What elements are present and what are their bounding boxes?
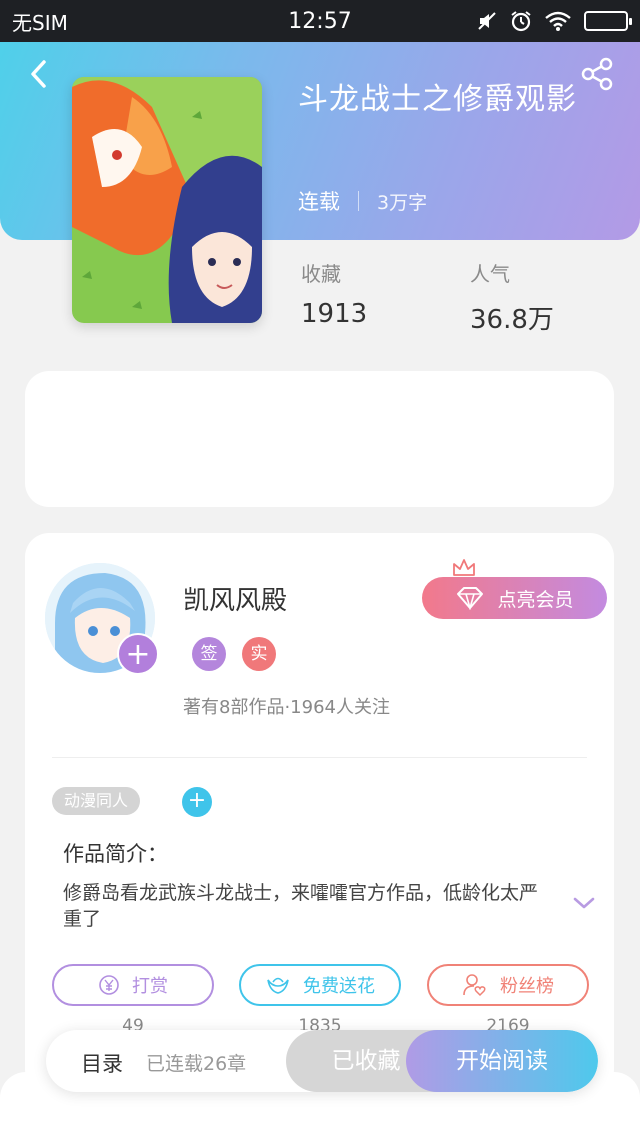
author-name[interactable]: 凯风风殿 — [183, 580, 287, 617]
battery-icon — [584, 11, 632, 31]
flower-icon — [267, 977, 289, 994]
divider — [52, 757, 587, 758]
crown-icon — [453, 559, 475, 576]
book-cover[interactable] — [72, 77, 262, 323]
verified-badge: 实 — [242, 637, 276, 671]
chapter-status[interactable]: 已连载26章 — [146, 1049, 246, 1076]
back-icon[interactable] — [20, 54, 60, 94]
intro-title: 作品简介： — [63, 842, 168, 866]
fan-ranking-label: 粉丝榜 — [500, 976, 554, 997]
book-title: 斗龙战士之修爵观影 — [298, 82, 577, 117]
tip-button-label: 打赏 — [132, 976, 168, 997]
toc-link[interactable]: 目录 — [81, 1048, 123, 1078]
add-tag-button[interactable]: + — [182, 787, 212, 817]
free-flower-label: 免费送花 — [303, 976, 375, 997]
signed-badge: 签 — [192, 637, 226, 671]
wifi-icon — [545, 11, 571, 31]
serial-status: 连载 — [298, 190, 340, 214]
follow-plus-button[interactable]: + — [117, 633, 159, 675]
alarm-icon — [511, 11, 531, 32]
favorites-value: 1913 — [301, 299, 368, 329]
yen-coin-icon — [99, 975, 119, 995]
tip-button[interactable]: 打赏 — [52, 964, 214, 1006]
diamond-icon — [457, 587, 484, 610]
book-meta: 连载 3万字 — [298, 186, 427, 216]
carrier-label: 无SIM — [12, 10, 68, 35]
intro-text: 修爵岛看龙武族斗龙战士，来嚯嚯官方作品，低龄化太严重了 — [63, 882, 539, 930]
tag-chip[interactable]: 动漫同人 — [52, 787, 141, 815]
popularity-label: 人气 — [470, 262, 510, 286]
free-flower-button[interactable]: 免费送花 — [239, 964, 401, 1006]
start-reading-button[interactable]: 开始阅读 — [406, 1030, 598, 1092]
popularity-value: 36.8万 — [470, 305, 554, 335]
vip-button[interactable]: 点亮会员 — [422, 577, 607, 619]
favorites-stat: 收藏 1913 — [301, 258, 367, 329]
meta-divider — [358, 191, 359, 211]
fan-ranking-button[interactable]: 粉丝榜 — [427, 964, 589, 1006]
bottom-action-bar: 目录 已连载26章 已收藏 开始阅读 — [46, 1030, 598, 1092]
author-stats: 著有8部作品·1964人关注 — [183, 697, 390, 718]
book-detail-page: 无SIM 12:57 斗龙战士之修爵观影 连载 3万字 收藏 1913 人气 3… — [0, 0, 640, 1138]
empty-card — [25, 371, 614, 507]
status-bar: 无SIM 12:57 — [0, 0, 640, 42]
mute-icon — [478, 12, 496, 30]
word-count: 3万字 — [377, 191, 428, 214]
vip-button-label: 点亮会员 — [497, 588, 574, 611]
user-heart-icon — [463, 974, 486, 997]
status-icons — [476, 10, 632, 32]
popularity-stat: 人气 36.8万 — [470, 258, 554, 336]
favorites-label: 收藏 — [301, 262, 341, 286]
chevron-down-icon[interactable] — [572, 895, 596, 911]
